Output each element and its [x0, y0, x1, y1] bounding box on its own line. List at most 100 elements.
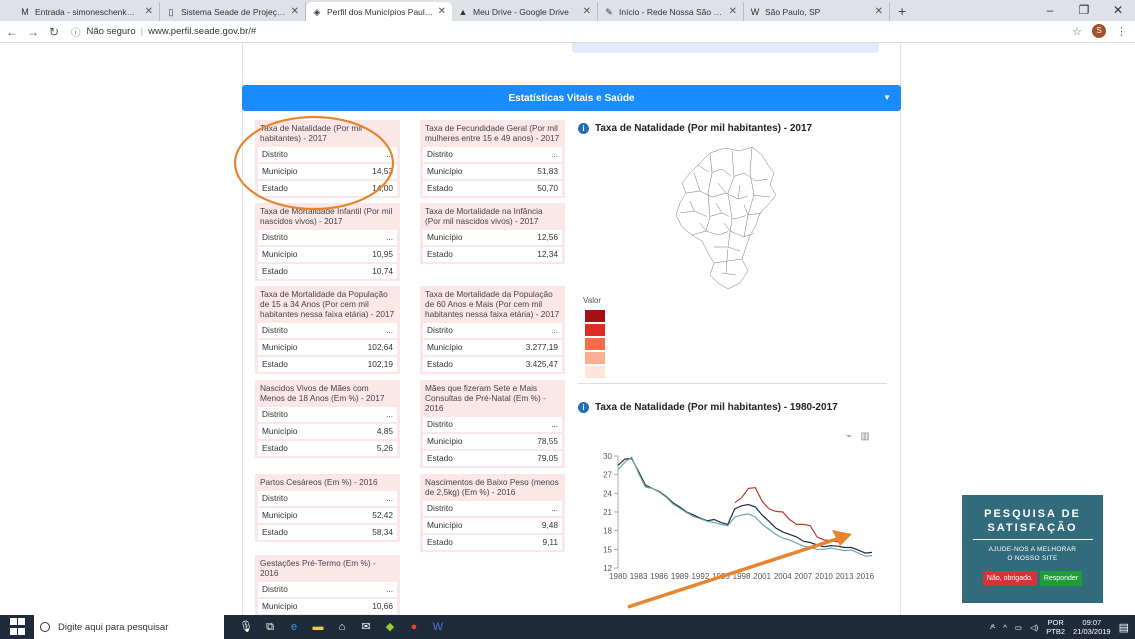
notifications-icon[interactable]: ▤	[1119, 621, 1129, 634]
tray-chevron-icon[interactable]: ^	[1003, 623, 1007, 632]
info-icon[interactable]: i	[578, 402, 589, 413]
volume-icon[interactable]: ◁)	[1030, 623, 1038, 632]
browser-tab[interactable]: ◈ Perfil dos Municípios Paulistas | ✕	[306, 2, 452, 21]
card-row: Distrito...	[423, 323, 562, 338]
row-value: 5,26	[376, 443, 393, 453]
info-circle-icon[interactable]: ⓘ	[71, 25, 81, 39]
browser-tab[interactable]: W São Paulo, SP ✕	[744, 2, 890, 21]
map-title: i Taxa de Natalidade (Por mil habitantes)…	[578, 123, 812, 134]
close-tab-icon[interactable]: ✕	[583, 6, 591, 17]
row-value: 79,05	[537, 453, 558, 463]
card-title: Taxa de Natalidade (Por mil habitantes) …	[260, 123, 362, 143]
line-chart-icon[interactable]: ⌁	[846, 431, 852, 442]
bar-chart-icon[interactable]: ▥	[860, 431, 869, 442]
favicon-icon: ▯	[168, 6, 174, 17]
card-row: Estado 12,34	[423, 247, 562, 262]
close-tab-icon[interactable]: ✕	[291, 6, 299, 17]
row-value: ...	[386, 584, 393, 594]
close-window-icon[interactable]: ✕	[1101, 0, 1135, 21]
url-field[interactable]: ⓘ Não seguro | www.perfil.seade.gov.br/#	[71, 25, 256, 39]
card-row: Município 9,48	[423, 518, 562, 533]
maximize-icon[interactable]: ❐	[1067, 0, 1101, 21]
card-row: Estado 102,19	[258, 357, 397, 372]
microphone-icon[interactable]: 🎙︎	[238, 619, 254, 635]
row-label: Estado	[427, 249, 453, 259]
indicator-card: Nascidos Vivos de Mães com Menos de 18 A…	[255, 380, 400, 458]
chrome-icon[interactable]: ●	[406, 619, 422, 635]
profile-avatar[interactable]: S	[1092, 24, 1106, 38]
row-label: Distrito	[427, 419, 453, 429]
close-tab-icon[interactable]: ✕	[145, 6, 153, 17]
row-value: ...	[551, 149, 558, 159]
section-header-vital-stats[interactable]: Estatísticas Vitais e Saúde ▼	[242, 85, 901, 111]
x-tick-label: 2001	[753, 572, 771, 581]
legend-swatch	[585, 338, 605, 350]
favicon-icon: ◈	[313, 6, 321, 17]
back-arrow-icon[interactable]: ←	[3, 25, 21, 39]
y-tick-label: 27	[603, 471, 612, 480]
browser-tab[interactable]: ✎ Início - Rede Nossa São Paulo ✕	[598, 2, 744, 21]
series-line[interactable]	[617, 457, 873, 554]
sao-paulo-district-map[interactable]	[670, 143, 790, 293]
legend-swatch	[585, 352, 605, 364]
minimize-icon[interactable]: –	[1033, 0, 1067, 21]
file-explorer-icon[interactable]: ▬	[310, 619, 326, 635]
birth-rate-line-chart[interactable]: 121518212427301980 1983 1986 1989 1992 1995 19…	[590, 448, 880, 593]
row-value: 14,00	[372, 183, 393, 193]
close-tab-icon[interactable]: ✕	[729, 6, 737, 17]
browser-tab[interactable]: ▲ Meu Drive - Google Drive ✕	[452, 2, 598, 21]
close-tab-icon[interactable]: ✕	[438, 6, 446, 17]
windows-start-icon[interactable]	[10, 618, 28, 636]
legend-swatch	[585, 366, 605, 378]
card-row: Distrito...	[258, 230, 397, 245]
row-value: ...	[386, 149, 393, 159]
app-icon[interactable]: ◆	[382, 619, 398, 635]
x-tick-label: 1998	[733, 572, 751, 581]
language-indicator[interactable]: POR PTB2	[1046, 618, 1065, 636]
row-label: Estado	[427, 537, 453, 547]
people-icon[interactable]: ዶ	[990, 622, 995, 632]
card-row: Distrito...	[423, 501, 562, 516]
row-value: 10,66	[372, 601, 393, 611]
survey-subtitle-line2: O NOSSO SITE	[1007, 555, 1058, 562]
new-tab-button[interactable]: +	[890, 2, 914, 21]
mail-icon[interactable]: ✉	[358, 619, 374, 635]
survey-decline-button[interactable]: Não, obrigado.	[982, 571, 1037, 586]
bookmark-star-icon[interactable]: ☆	[1072, 25, 1082, 38]
menu-kebab-icon[interactable]: ⋮	[1116, 25, 1127, 38]
x-tick-label: 1986	[650, 572, 668, 581]
clock[interactable]: 09:07 21/03/2019	[1073, 618, 1111, 636]
card-title: Taxa de Mortalidade da População de 15 a…	[260, 289, 395, 319]
edge-icon[interactable]: e	[286, 619, 302, 635]
row-label: Estado	[262, 443, 288, 453]
row-label: Distrito	[427, 149, 453, 159]
caret-down-icon[interactable]: ▼	[883, 93, 891, 102]
previous-section-box	[572, 43, 879, 53]
indicator-card: Taxa de Natalidade (Por mil habitantes) …	[255, 120, 400, 198]
address-bar: ← → ↻ ⓘ Não seguro | www.perfil.seade.go…	[0, 21, 1135, 43]
browser-tab[interactable]: M Entrada - simoneschenkman@u ✕	[14, 2, 160, 21]
reload-icon[interactable]: ↻	[45, 25, 63, 39]
word-icon[interactable]: W	[430, 619, 446, 635]
row-label: Município	[427, 166, 463, 176]
info-icon[interactable]: i	[578, 123, 589, 134]
x-tick-label: 2007	[794, 572, 812, 581]
forward-arrow-icon[interactable]: →	[24, 25, 42, 39]
row-value: ...	[551, 503, 558, 513]
task-view-icon[interactable]: ⧉	[262, 619, 278, 635]
store-icon[interactable]: ⌂	[334, 619, 350, 635]
network-icon[interactable]: ▭	[1015, 623, 1022, 632]
row-label: Estado	[262, 527, 288, 537]
row-label: Estado	[262, 266, 288, 276]
close-tab-icon[interactable]: ✕	[875, 6, 883, 17]
taskbar-search-input[interactable]: Digite aqui para pesquisar	[34, 615, 224, 639]
browser-tab[interactable]: ▯ Sistema Seade de Projeções Pop ✕	[160, 2, 306, 21]
row-label: Estado	[427, 359, 453, 369]
indicator-card: Taxa de Fecundidade Geral (Por mil mulhe…	[420, 120, 565, 198]
survey-respond-button[interactable]: Responder	[1039, 571, 1083, 586]
row-label: Município	[262, 249, 298, 259]
row-value: ...	[386, 409, 393, 419]
tab-title: Perfil dos Municípios Paulistas |	[327, 6, 434, 17]
favicon-icon: W	[750, 6, 760, 17]
y-tick-label: 21	[603, 508, 612, 517]
